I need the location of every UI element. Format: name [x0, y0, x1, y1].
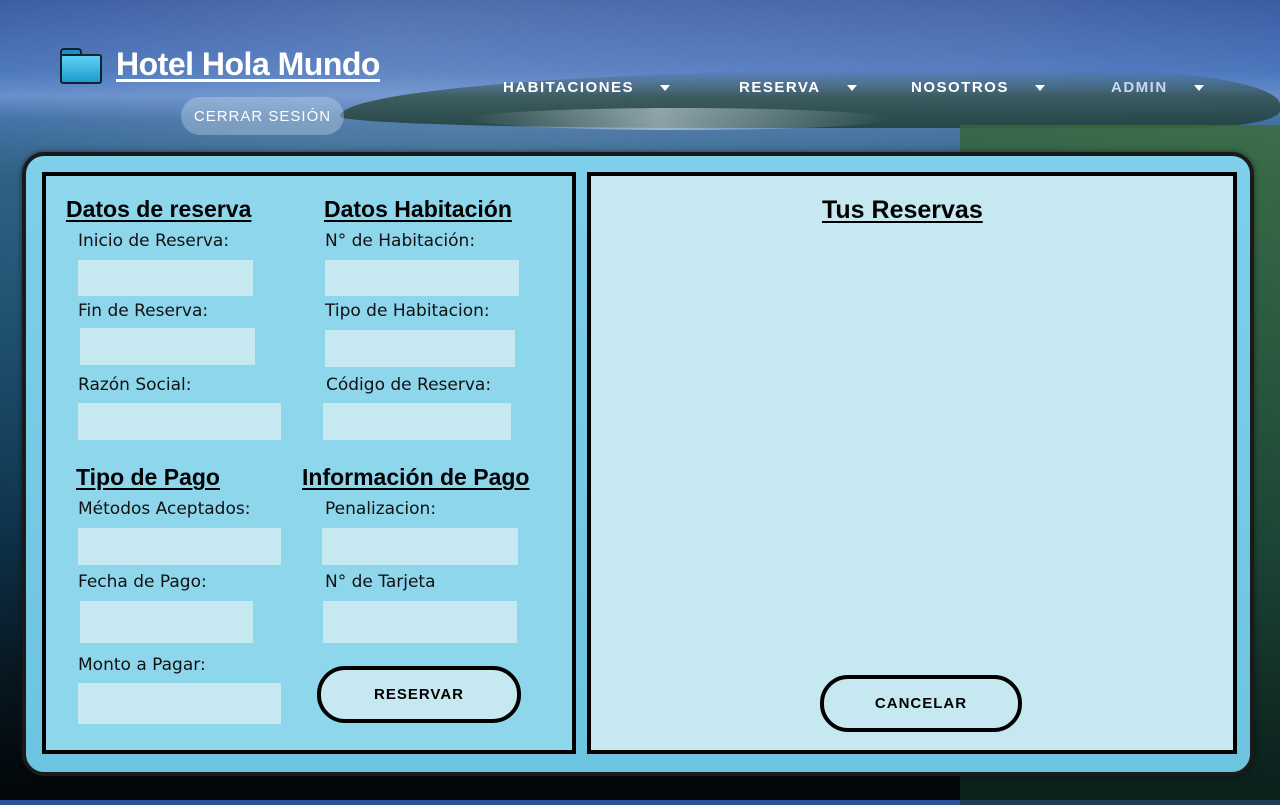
logout-button[interactable]: CERRAR SESIÓN	[181, 97, 344, 135]
tipo-habitacion-field[interactable]	[325, 330, 515, 367]
monto-pagar-label: Monto a Pagar:	[78, 655, 206, 675]
section-title-datos-habitacion: Datos Habitación	[324, 196, 512, 222]
folder-icon	[60, 47, 102, 84]
inicio-reserva-field[interactable]	[78, 260, 253, 296]
monto-pagar-field[interactable]	[78, 683, 281, 724]
nav-item-label: NOSOTROS	[911, 79, 1009, 96]
numero-tarjeta-label: N° de Tarjeta	[325, 572, 436, 592]
metodos-aceptados-label: Métodos Aceptados:	[78, 499, 251, 519]
chevron-down-icon	[846, 84, 857, 91]
nav-item-label: ADMIN	[1111, 79, 1168, 96]
numero-tarjeta-field[interactable]	[323, 601, 517, 643]
reservar-button[interactable]: RESERVAR	[317, 666, 521, 723]
section-title-datos-reserva: Datos de reserva	[66, 196, 252, 222]
main-nav: HABITACIONES RESERVA NOSOTROS ADMIN	[0, 79, 1280, 99]
nav-item-label: HABITACIONES	[503, 79, 635, 96]
chevron-down-icon	[1034, 84, 1045, 91]
fin-reserva-field[interactable]	[80, 328, 255, 365]
nav-item-admin[interactable]: ADMIN	[1111, 79, 1204, 96]
chevron-down-icon	[1193, 84, 1204, 91]
reservations-list	[610, 240, 1210, 660]
section-title-tipo-pago: Tipo de Pago	[76, 464, 220, 490]
penalizacion-label: Penalizacion:	[325, 499, 437, 519]
beach-background	[470, 108, 890, 130]
cancelar-button[interactable]: CANCELAR	[820, 675, 1022, 732]
fecha-pago-label: Fecha de Pago:	[78, 572, 207, 592]
penalizacion-field[interactable]	[322, 528, 518, 565]
reservations-title: Tus Reservas	[822, 196, 983, 224]
numero-habitacion-label: N° de Habitación:	[325, 231, 476, 251]
nav-item-habitaciones[interactable]: HABITACIONES	[503, 79, 671, 96]
fecha-pago-field[interactable]	[80, 601, 253, 643]
nav-item-label: RESERVA	[739, 79, 821, 96]
razon-social-field[interactable]	[78, 403, 281, 440]
fin-reserva-label: Fin de Reserva:	[78, 301, 209, 321]
inicio-reserva-label: Inicio de Reserva:	[78, 231, 230, 251]
numero-habitacion-field[interactable]	[325, 260, 519, 296]
codigo-reserva-field[interactable]	[323, 403, 511, 440]
nav-item-nosotros[interactable]: NOSOTROS	[911, 79, 1045, 96]
brand-logo[interactable]: Hotel Hola Mundo	[60, 46, 380, 84]
razon-social-label: Razón Social:	[78, 375, 192, 395]
nav-item-reserva[interactable]: RESERVA	[739, 79, 857, 96]
chevron-down-icon	[660, 84, 671, 91]
section-title-info-pago: Información de Pago	[302, 464, 530, 490]
codigo-reserva-label: Código de Reserva:	[326, 375, 492, 395]
brand-name: Hotel Hola Mundo	[116, 46, 380, 82]
metodos-aceptados-field[interactable]	[78, 528, 281, 565]
tipo-habitacion-label: Tipo de Habitacion:	[325, 301, 490, 321]
